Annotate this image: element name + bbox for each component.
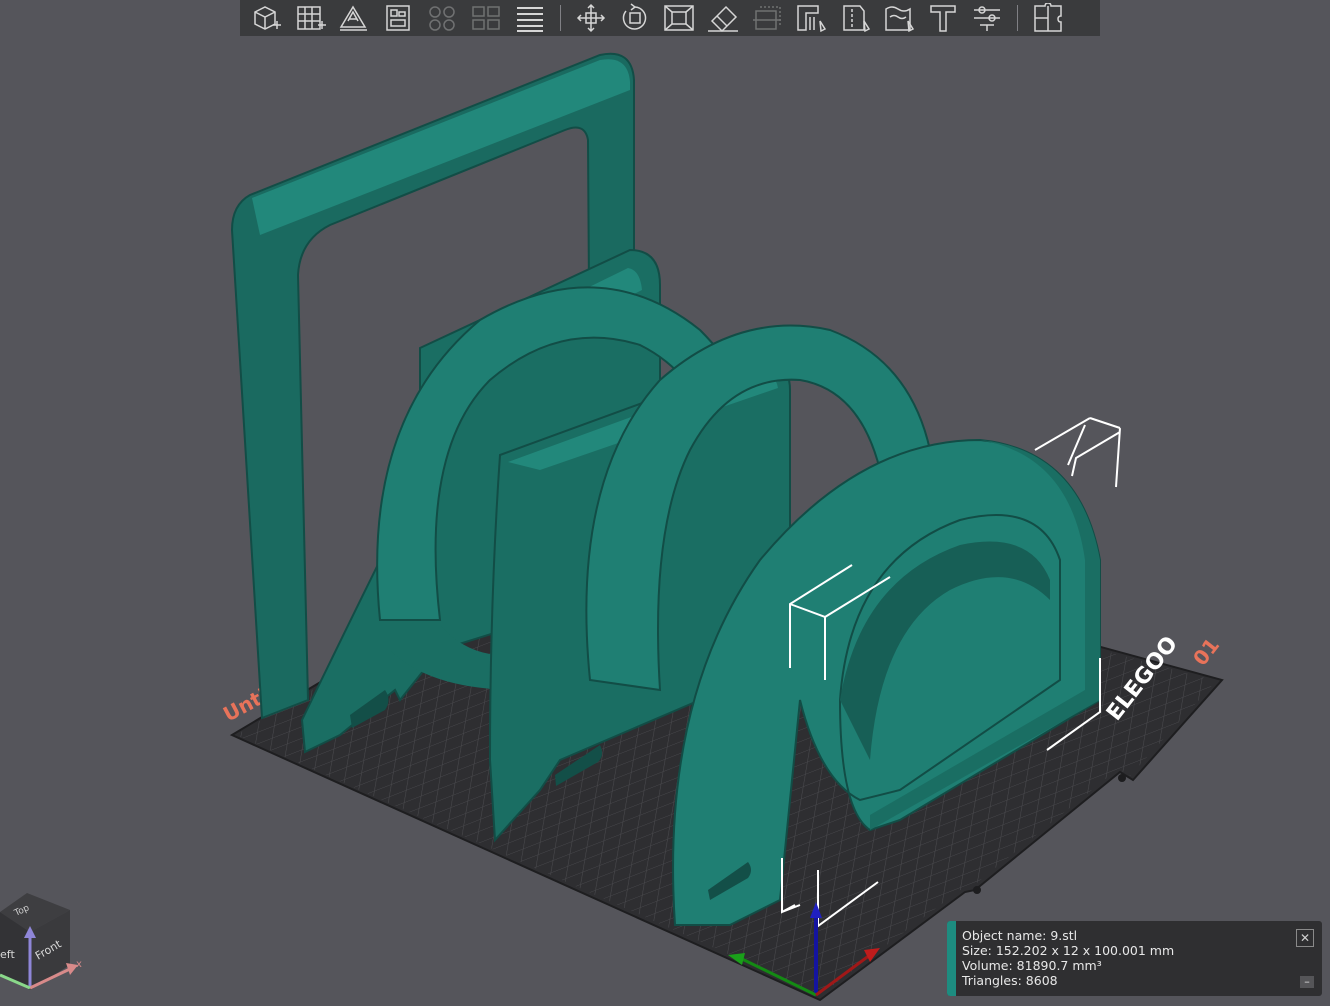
seam-paint-button[interactable] <box>835 1 875 35</box>
add-cube-button[interactable] <box>246 1 286 35</box>
split-objects-icon <box>429 6 455 31</box>
add-cube-icon <box>254 6 281 30</box>
scene-canvas[interactable]: Unti ELEGOO 01 Top eft Front x <box>0 0 1330 1002</box>
view-cube-left-label: eft <box>0 948 15 961</box>
split-objects-button[interactable] <box>422 1 462 35</box>
assembly-icon <box>1034 3 1062 32</box>
seam-paint-icon <box>843 5 871 33</box>
cut-tool-button[interactable] <box>747 1 787 35</box>
measure-icon <box>974 6 1000 31</box>
3d-viewport[interactable]: Unti ELEGOO 01 Top eft Front x <box>0 0 1330 1002</box>
add-plate-grid-icon <box>297 6 326 30</box>
object-info-lines: Object name: 9.stl Size: 152.202 x 12 x … <box>962 928 1174 988</box>
measure-button[interactable] <box>967 1 1007 35</box>
layers-button[interactable] <box>510 1 550 35</box>
cut-icon <box>753 6 781 30</box>
object-triangles-line: Triangles: 8608 <box>962 973 1058 988</box>
add-plate-button[interactable] <box>290 1 330 35</box>
view-cube-x-label: x <box>76 959 82 970</box>
arrange-icon <box>386 5 410 31</box>
object-info-panel: Object name: 9.stl Size: 152.202 x 12 x … <box>947 921 1322 996</box>
assembly-button[interactable] <box>1028 1 1068 35</box>
auto-orient-icon <box>339 5 367 31</box>
text-emboss-button[interactable] <box>923 1 963 35</box>
view-cube[interactable]: Top eft Front x <box>0 893 82 990</box>
split-parts-button[interactable] <box>466 1 506 35</box>
info-collapse-button[interactable]: – <box>1300 976 1314 988</box>
info-close-button[interactable]: ✕ <box>1296 929 1314 947</box>
lay-on-face-icon <box>708 5 738 33</box>
support-paint-button[interactable] <box>791 1 831 35</box>
arrange-button[interactable] <box>378 1 418 35</box>
fuzzy-skin-button[interactable] <box>879 1 919 35</box>
lay-on-face-button[interactable] <box>703 1 743 35</box>
text-emboss-icon <box>930 5 956 32</box>
plate-screw-hole <box>1118 774 1126 782</box>
toolbar-separator <box>560 5 561 31</box>
auto-orient-button[interactable] <box>334 1 374 35</box>
rotate-tool-button[interactable] <box>615 1 655 35</box>
object-size-line: Size: 152.202 x 12 x 100.001 mm <box>962 943 1175 958</box>
scale-icon <box>664 5 694 31</box>
toolbar-separator <box>1017 5 1018 31</box>
rotate-icon <box>622 3 647 30</box>
split-parts-icon <box>472 6 500 30</box>
plate-number-label: 01 <box>1188 633 1224 670</box>
info-panel-accent <box>947 921 956 996</box>
object-name-line: Object name: 9.stl <box>962 928 1078 943</box>
move-icon <box>576 3 606 33</box>
support-paint-icon <box>797 5 827 33</box>
move-tool-button[interactable] <box>571 1 611 35</box>
top-toolbar <box>240 0 1100 36</box>
layers-icon <box>517 7 543 32</box>
scale-tool-button[interactable] <box>659 1 699 35</box>
object-volume-line: Volume: 81890.7 mm³ <box>962 958 1102 973</box>
fuzzy-skin-icon <box>885 6 915 33</box>
plate-screw-hole <box>973 886 981 894</box>
